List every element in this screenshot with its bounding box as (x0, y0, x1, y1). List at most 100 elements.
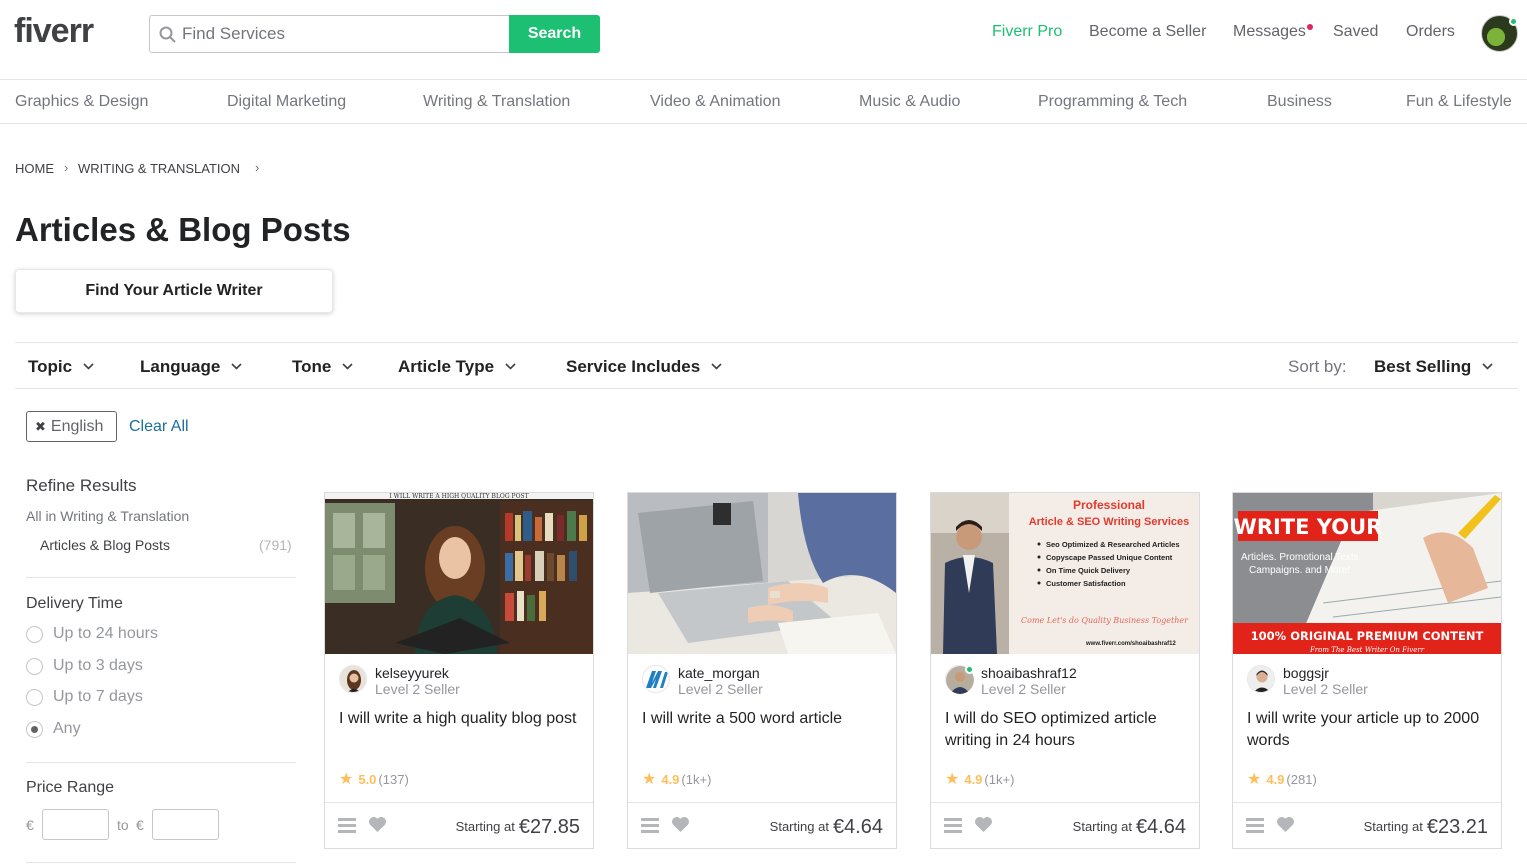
category-graphics-design[interactable]: Graphics & Design (15, 93, 148, 111)
gig-title[interactable]: I will write a 500 word article (642, 708, 882, 730)
gig-price[interactable]: Starting at €4.64 (1073, 816, 1186, 839)
gig-rating: ★ 4.9 (281) (1247, 769, 1317, 789)
sidebar-divider (26, 577, 296, 578)
price-amount: €27.85 (518, 816, 580, 838)
gig-price[interactable]: Starting at €4.64 (770, 816, 883, 839)
category-digital-marketing[interactable]: Digital Marketing (227, 93, 346, 111)
delivery-option-3d[interactable]: Up to 3 days (26, 656, 143, 676)
seller-avatar[interactable] (945, 665, 974, 694)
radio-label: Up to 7 days (53, 688, 143, 705)
delivery-option-any[interactable]: Any (26, 719, 81, 739)
category-business[interactable]: Business (1267, 93, 1332, 111)
fiverr-pro-link[interactable]: Fiverr Pro (992, 23, 1062, 41)
seller-name[interactable]: kate_morgan (678, 665, 760, 681)
category-video-animation[interactable]: Video & Animation (650, 93, 780, 111)
radio-button[interactable] (26, 625, 43, 643)
seller-name[interactable]: kelseyyurek (375, 665, 449, 681)
radio-button[interactable] (26, 688, 43, 706)
gig-price[interactable]: Starting at €23.21 (1364, 816, 1488, 839)
thumbnail-banner: 100% ORIGINAL PREMIUM CONTENT (1251, 629, 1484, 643)
subcategory-count: (791) (259, 537, 292, 553)
thumbnail-bullet: Customer Satisfaction (1046, 579, 1126, 588)
all-in-category-link[interactable]: All in Writing & Translation (26, 508, 189, 524)
breadcrumb-home[interactable]: HOME (15, 161, 54, 176)
heart-icon[interactable] (1276, 816, 1295, 833)
heart-icon[interactable] (671, 816, 690, 833)
menu-icon[interactable] (944, 818, 962, 833)
price-max-input[interactable] (152, 809, 219, 840)
seller-name[interactable]: boggsjr (1283, 665, 1329, 681)
user-avatar[interactable] (1481, 15, 1518, 52)
gig-card[interactable]: I WILL WRITE A HIGH QUALITY BLOG POST ke… (324, 492, 594, 849)
delivery-option-24h[interactable]: Up to 24 hours (26, 624, 158, 644)
breadcrumb-writing-translation[interactable]: WRITING & TRANSLATION (78, 161, 240, 176)
gig-title[interactable]: I will write a high quality blog post (339, 708, 579, 730)
category-programming-tech[interactable]: Programming & Tech (1038, 93, 1187, 111)
gig-rating: ★ 4.9 (1k+) (642, 769, 711, 789)
category-nav: Graphics & Design Digital Marketing Writ… (0, 80, 1527, 124)
gig-thumbnail[interactable]: Professional Article & SEO Writing Servi… (931, 493, 1199, 654)
seller-avatar[interactable] (1247, 665, 1275, 693)
gig-card[interactable]: Professional Article & SEO Writing Servi… (930, 492, 1200, 849)
active-filter-tag[interactable]: ✖ English (26, 411, 117, 442)
find-writer-button[interactable]: Find Your Article Writer (15, 269, 333, 313)
subcategory-articles-blog-posts[interactable]: Articles & Blog Posts (40, 537, 170, 553)
gig-thumbnail[interactable]: WRITE YOUR Articles. Promotional Texts. … (1233, 493, 1501, 654)
delivery-option-7d[interactable]: Up to 7 days (26, 687, 143, 707)
menu-icon[interactable] (338, 818, 356, 833)
remove-tag-icon[interactable]: ✖ (35, 419, 46, 435)
thumbnail-bullet: Copyscape Passed Unique Content (1046, 553, 1173, 562)
orders-link[interactable]: Orders (1406, 23, 1455, 41)
chevron-down-icon (505, 363, 516, 370)
filter-topic[interactable]: Topic (28, 357, 94, 377)
messages-link[interactable]: Messages (1233, 23, 1313, 41)
filter-label: Topic (28, 357, 73, 376)
gig-card-footer: Starting at €27.85 (325, 802, 593, 848)
star-icon: ★ (642, 771, 657, 788)
seller-level: Level 2 Seller (981, 681, 1066, 697)
radio-label: Any (53, 720, 81, 737)
gig-thumbnail[interactable] (628, 493, 896, 654)
search-field[interactable] (149, 15, 509, 53)
become-seller-link[interactable]: Become a Seller (1089, 23, 1206, 41)
seller-level: Level 2 Seller (375, 681, 460, 697)
rating-count: (137) (378, 771, 409, 787)
gig-thumbnail[interactable]: I WILL WRITE A HIGH QUALITY BLOG POST (325, 493, 593, 654)
menu-icon[interactable] (641, 818, 659, 833)
gig-card[interactable]: kate_morgan Level 2 Seller I will write … (627, 492, 897, 849)
gig-price[interactable]: Starting at €27.85 (456, 816, 580, 839)
heart-icon[interactable] (974, 816, 993, 833)
radio-label: Up to 24 hours (53, 625, 158, 642)
chevron-down-icon (711, 363, 722, 370)
gig-title[interactable]: I will write your article up to 2000 wor… (1247, 708, 1487, 752)
thumbnail-bullet: Seo Optimized & Researched Articles (1046, 540, 1180, 549)
filter-tone[interactable]: Tone (292, 357, 353, 377)
search-button[interactable]: Search (509, 15, 600, 53)
filter-service-includes[interactable]: Service Includes (566, 357, 722, 377)
seller-avatar[interactable] (339, 665, 367, 693)
search-bar: Search (149, 15, 600, 53)
price-amount: €4.64 (832, 816, 883, 838)
category-fun-lifestyle[interactable]: Fun & Lifestyle (1406, 93, 1512, 111)
saved-link[interactable]: Saved (1333, 23, 1378, 41)
gig-card[interactable]: WRITE YOUR Articles. Promotional Texts. … (1232, 492, 1502, 849)
thumbnail-caption: I WILL WRITE A HIGH QUALITY BLOG POST (389, 493, 528, 500)
gig-title[interactable]: I will do SEO optimized article writing … (945, 708, 1185, 752)
filter-language[interactable]: Language (140, 357, 242, 377)
sort-dropdown[interactable]: Best Selling (1374, 357, 1493, 377)
filter-article-type[interactable]: Article Type (398, 357, 516, 377)
radio-button-selected[interactable] (26, 720, 43, 738)
heart-icon[interactable] (368, 816, 387, 833)
radio-button[interactable] (26, 657, 43, 675)
fiverr-logo[interactable]: fiverr (14, 12, 94, 51)
clear-all-link[interactable]: Clear All (129, 418, 189, 436)
menu-icon[interactable] (1246, 818, 1264, 833)
category-writing-translation[interactable]: Writing & Translation (423, 93, 570, 111)
search-input[interactable] (182, 24, 502, 44)
price-range-heading: Price Range (26, 779, 115, 796)
seller-name[interactable]: shoaibashraf12 (981, 665, 1077, 681)
thumbnail-bullet: On Time Quick Delivery (1046, 566, 1131, 575)
seller-avatar[interactable] (642, 665, 670, 693)
price-min-input[interactable] (42, 809, 109, 840)
category-music-audio[interactable]: Music & Audio (859, 93, 960, 111)
